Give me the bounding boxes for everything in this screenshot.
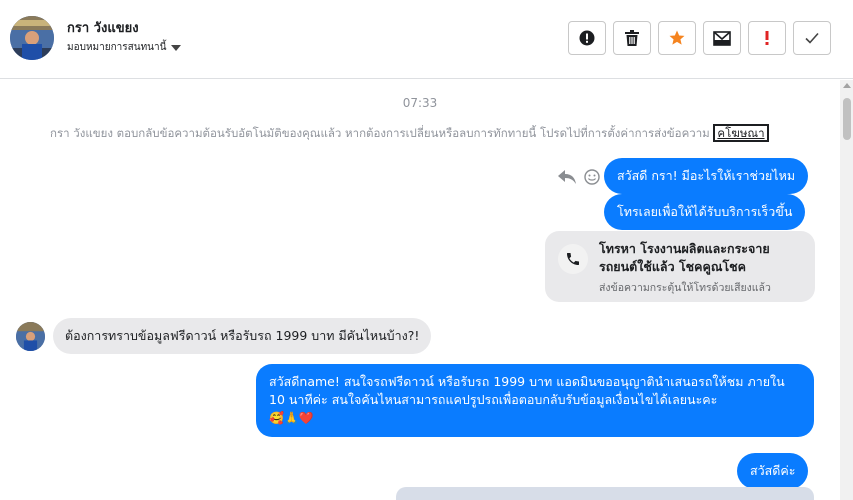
mail-archive-icon (713, 31, 731, 46)
settings-link[interactable]: คโฆษณา (713, 124, 769, 142)
auto-reply-notice: กรา วังแขยง ตอบกลับข้อความต้อนรับอัตโนมั… (50, 124, 810, 143)
message-timestamp: 07:33 (402, 96, 438, 110)
thread-scrollbar[interactable] (840, 80, 853, 500)
info-button[interactable] (568, 21, 606, 55)
assign-conversation-dropdown[interactable]: มอบหมายการสนทนานี้ (67, 40, 182, 55)
contact-name: กรา วังแขยง (67, 21, 139, 36)
check-icon (805, 32, 819, 44)
done-button[interactable] (793, 21, 831, 55)
contact-avatar-small (16, 322, 45, 351)
scrollbar-thumb[interactable] (843, 98, 851, 140)
call-card-subtitle: ส่งข้อความกระตุ้นให้โทรด้วยเสียงแล้ว (599, 282, 771, 294)
star-button[interactable] (658, 21, 696, 55)
emoji-reaction-icon[interactable] (584, 169, 600, 185)
outgoing-message[interactable]: สวัสดีค่ะ (737, 453, 809, 490)
incoming-message[interactable]: ต้องการทราบข้อมูลฟรีดาวน์ หรือรับรถ 1999… (53, 318, 432, 355)
outgoing-message[interactable]: สวัสดีname! สนใจรถฟรีดาวน์ หรือรับรถ 199… (256, 364, 814, 437)
next-message-preview (396, 487, 814, 500)
scroll-up-arrow-icon[interactable] (843, 83, 851, 88)
star-icon (669, 30, 685, 45)
message-emojis: 🥰🙏❤️ (269, 411, 314, 426)
caret-down-icon (171, 44, 182, 51)
call-card-title: โทรหา โรงงานผลิตและกระจายรถยนต์ใช้แล้ว โ… (599, 241, 770, 275)
outgoing-message-text: สวัสดีname! สนใจรถฟรีดาวน์ หรือรับรถ 199… (269, 374, 785, 408)
phone-icon (558, 244, 588, 274)
conversation-toolbar (568, 21, 831, 55)
conversation-header: กรา วังแขยง มอบหมายการสนทนานี้ (0, 0, 853, 79)
archive-button[interactable] (703, 21, 741, 55)
alert-circle-icon (579, 30, 595, 46)
exclamation-icon (765, 31, 769, 45)
message-actions (558, 169, 600, 185)
message-thread: 07:33 กรา วังแขยง ตอบกลับข้อความต้อนรับอ… (0, 80, 840, 500)
outgoing-message[interactable]: สวัสดี กรา! มีอะไรให้เราช่วยไหม (604, 158, 809, 195)
call-button-card[interactable]: โทรหา โรงงานผลิตและกระจายรถยนต์ใช้แล้ว โ… (545, 231, 815, 302)
delete-button[interactable] (613, 21, 651, 55)
reply-icon[interactable] (558, 170, 576, 184)
outgoing-message[interactable]: โทรเลยเพื่อให้ได้รับบริการเร็วขึ้น (604, 194, 806, 231)
contact-avatar[interactable] (10, 16, 54, 60)
assign-label: มอบหมายการสนทนานี้ (67, 42, 167, 53)
notice-text: กรา วังแขยง ตอบกลับข้อความต้อนรับอัตโนมั… (50, 126, 710, 140)
inbox-conversation-view: กรา วังแขยง มอบหมายการสนทนานี้ 07:33 กรา… (0, 0, 853, 500)
trash-icon (625, 30, 639, 46)
spam-button[interactable] (748, 21, 786, 55)
